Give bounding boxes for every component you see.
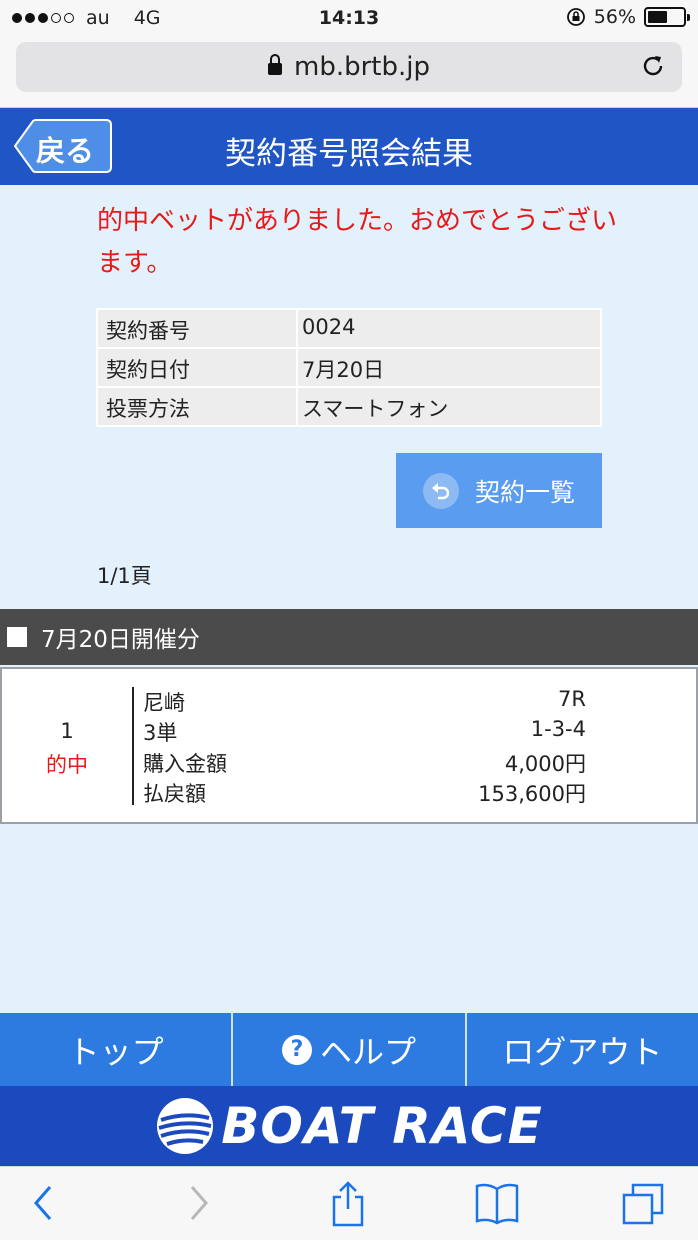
tabs-icon[interactable] [620,1181,666,1225]
nav-top-label: トップ [67,1032,164,1071]
brand-banner: BOAT RACE [0,1086,698,1166]
detail-row-purchase-amount: 購入金額 4,000円 [143,748,586,778]
winning-message: 的中ベットがありました。おめでとうございます。 [97,206,618,278]
share-icon[interactable] [328,1181,368,1227]
info-label: 契約日付 [98,349,296,386]
detail-value: 7R [558,687,586,711]
contract-list-label: 契約一覧 [474,477,575,507]
url-text: mb.brtb.jp [294,52,430,82]
return-arrow-icon [422,472,459,509]
detail-value: 153,600円 [478,782,586,806]
question-icon: ? [281,1034,312,1065]
lock-icon [268,54,282,75]
contract-list-button[interactable]: 契約一覧 [396,453,602,528]
detail-label: 尼崎 [143,691,185,715]
hit-status: 的中 [46,753,88,777]
info-row-contract-date: 契約日付 7月20日 [98,349,600,386]
info-value: 7月20日 [298,349,600,386]
nav-logout-label: ログアウト [502,1032,663,1071]
bet-result-card[interactable]: 1 的中 尼崎 7R 3単 1-3-4 購入金額 4,000円 払戻額 153,… [0,667,698,824]
bet-number: 1 [60,719,74,743]
contract-info-table: 契約番号 0024 契約日付 7月20日 投票方法 スマートフォン [96,308,602,427]
status-right: 56% [566,6,690,28]
nav-help-label: ヘルプ [319,1032,416,1071]
info-value: 0024 [298,310,600,347]
status-bar: au 4G 14:13 56% [0,0,698,36]
page-title: 契約番号照会結果 [225,136,473,172]
page-indicator: 1/1頁 [97,564,152,588]
info-label: 投票方法 [98,388,296,425]
nav-help-button[interactable]: ? ヘルプ [233,1013,467,1086]
forward-arrow-icon[interactable] [184,1181,214,1225]
nav-top-button[interactable]: トップ [0,1013,234,1086]
detail-label: 払戻額 [143,782,206,806]
bottom-navigation: トップ ? ヘルプ ログアウト [0,1013,698,1086]
page-header: 戻る 契約番号照会結果 [0,108,698,185]
info-row-contract-number: 契約番号 0024 [98,310,600,347]
boat-race-logo-icon [157,1098,214,1154]
battery-icon [644,7,690,27]
brand-name: BOAT RACE [221,1097,543,1155]
info-label: 契約番号 [98,310,296,347]
info-value: スマートフォン [298,388,600,425]
info-row-voting-method: 投票方法 スマートフォン [98,388,600,425]
battery-percent: 56% [593,6,636,28]
browser-toolbar [0,1166,698,1240]
divider [132,687,134,805]
detail-value: 1-3-4 [530,717,586,741]
browser-address-area: mb.brtb.jp [0,36,698,108]
detail-row-payout: 払戻額 153,600円 [143,778,586,808]
detail-row-venue: 尼崎 7R [143,687,586,717]
back-arrow-icon[interactable] [28,1181,58,1225]
battery-fill [648,11,668,23]
detail-value: 4,000円 [504,752,586,776]
nav-logout-button[interactable]: ログアウト [467,1013,698,1086]
section-title: 7月20日開催分 [41,627,200,653]
square-bullet-icon [7,627,27,647]
detail-label: 3単 [143,721,178,745]
reload-icon[interactable] [638,51,668,81]
address-bar[interactable]: mb.brtb.jp [16,42,682,92]
detail-label: 購入金額 [143,752,227,776]
bookmarks-icon[interactable] [474,1181,520,1225]
detail-row-bet-type: 3単 1-3-4 [143,717,586,747]
section-header: 7月20日開催分 [0,609,698,665]
orientation-lock-icon [566,8,585,26]
